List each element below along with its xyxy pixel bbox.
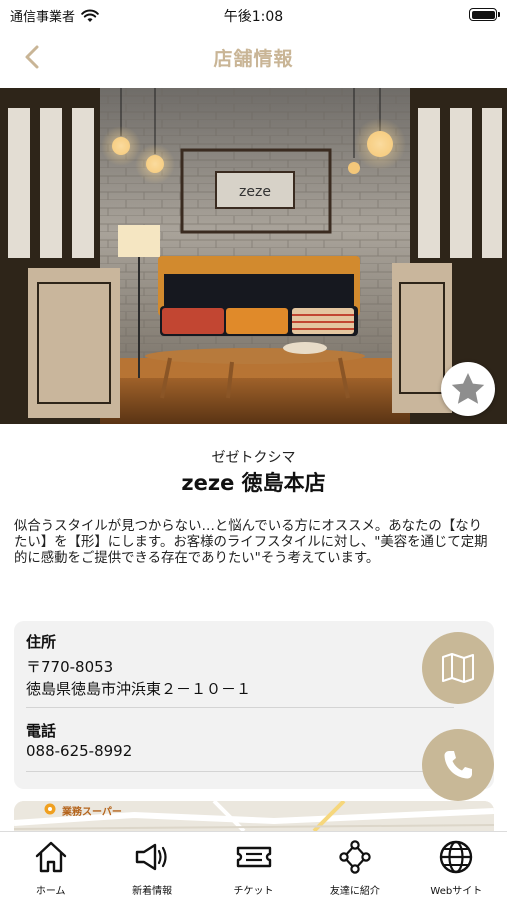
status-bar: 通信事業者 午後1:08 <box>0 0 507 28</box>
home-icon <box>35 841 66 873</box>
postal-code: 〒770-8053 <box>26 658 114 676</box>
tab-label: 友達に紹介 <box>329 886 380 897</box>
map-icon <box>442 653 474 683</box>
shop-name: zeze 徳島本店 <box>181 471 326 495</box>
hero-sign-text: zeze <box>239 184 271 200</box>
tab-refer-friend[interactable]: 友達に紹介 <box>304 832 405 900</box>
salon-interior-illustration: zeze <box>0 88 507 424</box>
nav-bar: 店舗情報 <box>0 28 507 86</box>
favorite-button[interactable] <box>441 362 495 416</box>
shop-name-kana: ゼゼトクシマ <box>211 450 296 466</box>
tab-ticket[interactable]: チケット <box>203 832 304 900</box>
star-icon <box>451 373 485 404</box>
tab-label: ホーム <box>35 886 66 897</box>
ticket-icon <box>236 846 271 868</box>
info-divider <box>26 707 454 708</box>
globe-icon <box>440 840 473 874</box>
tab-bar: ホーム 新着情報 チケット 友達に紹介 Webサイト <box>0 831 507 900</box>
map-pin-icon <box>44 803 56 815</box>
map-preview[interactable]: 業務スーパー <box>14 801 494 831</box>
map-poi-label: 業務スーパー <box>62 807 122 818</box>
page-title: 店舗情報 <box>213 47 294 70</box>
battery-icon <box>469 8 500 21</box>
tab-news[interactable]: 新着情報 <box>101 832 202 900</box>
phone-label: 電話 <box>26 722 57 740</box>
megaphone-icon <box>135 843 167 871</box>
address-label: 住所 <box>26 633 57 651</box>
tab-label: 新着情報 <box>132 886 173 897</box>
tab-label: Webサイト <box>430 886 483 897</box>
map-button[interactable] <box>422 632 494 704</box>
back-chevron-icon[interactable] <box>18 42 48 72</box>
address-value: 徳島県徳島市沖浜東２－１０－１ <box>26 680 252 698</box>
tab-label: チケット <box>233 886 274 897</box>
tab-home[interactable]: ホーム <box>0 832 101 900</box>
phone-value: 088-625-8992 <box>26 742 133 760</box>
call-button[interactable] <box>422 729 494 801</box>
info-divider <box>26 771 454 772</box>
phone-icon <box>444 751 472 779</box>
share-icon <box>339 840 371 874</box>
shop-hero-image: zeze <box>0 88 507 424</box>
shop-description: 似合うスタイルが見つからない…と悩んでいる方にオススメ。あなたの【なりたい】を【… <box>14 519 488 566</box>
status-time: 午後1:08 <box>223 9 284 25</box>
tab-website[interactable]: Webサイト <box>406 832 507 900</box>
